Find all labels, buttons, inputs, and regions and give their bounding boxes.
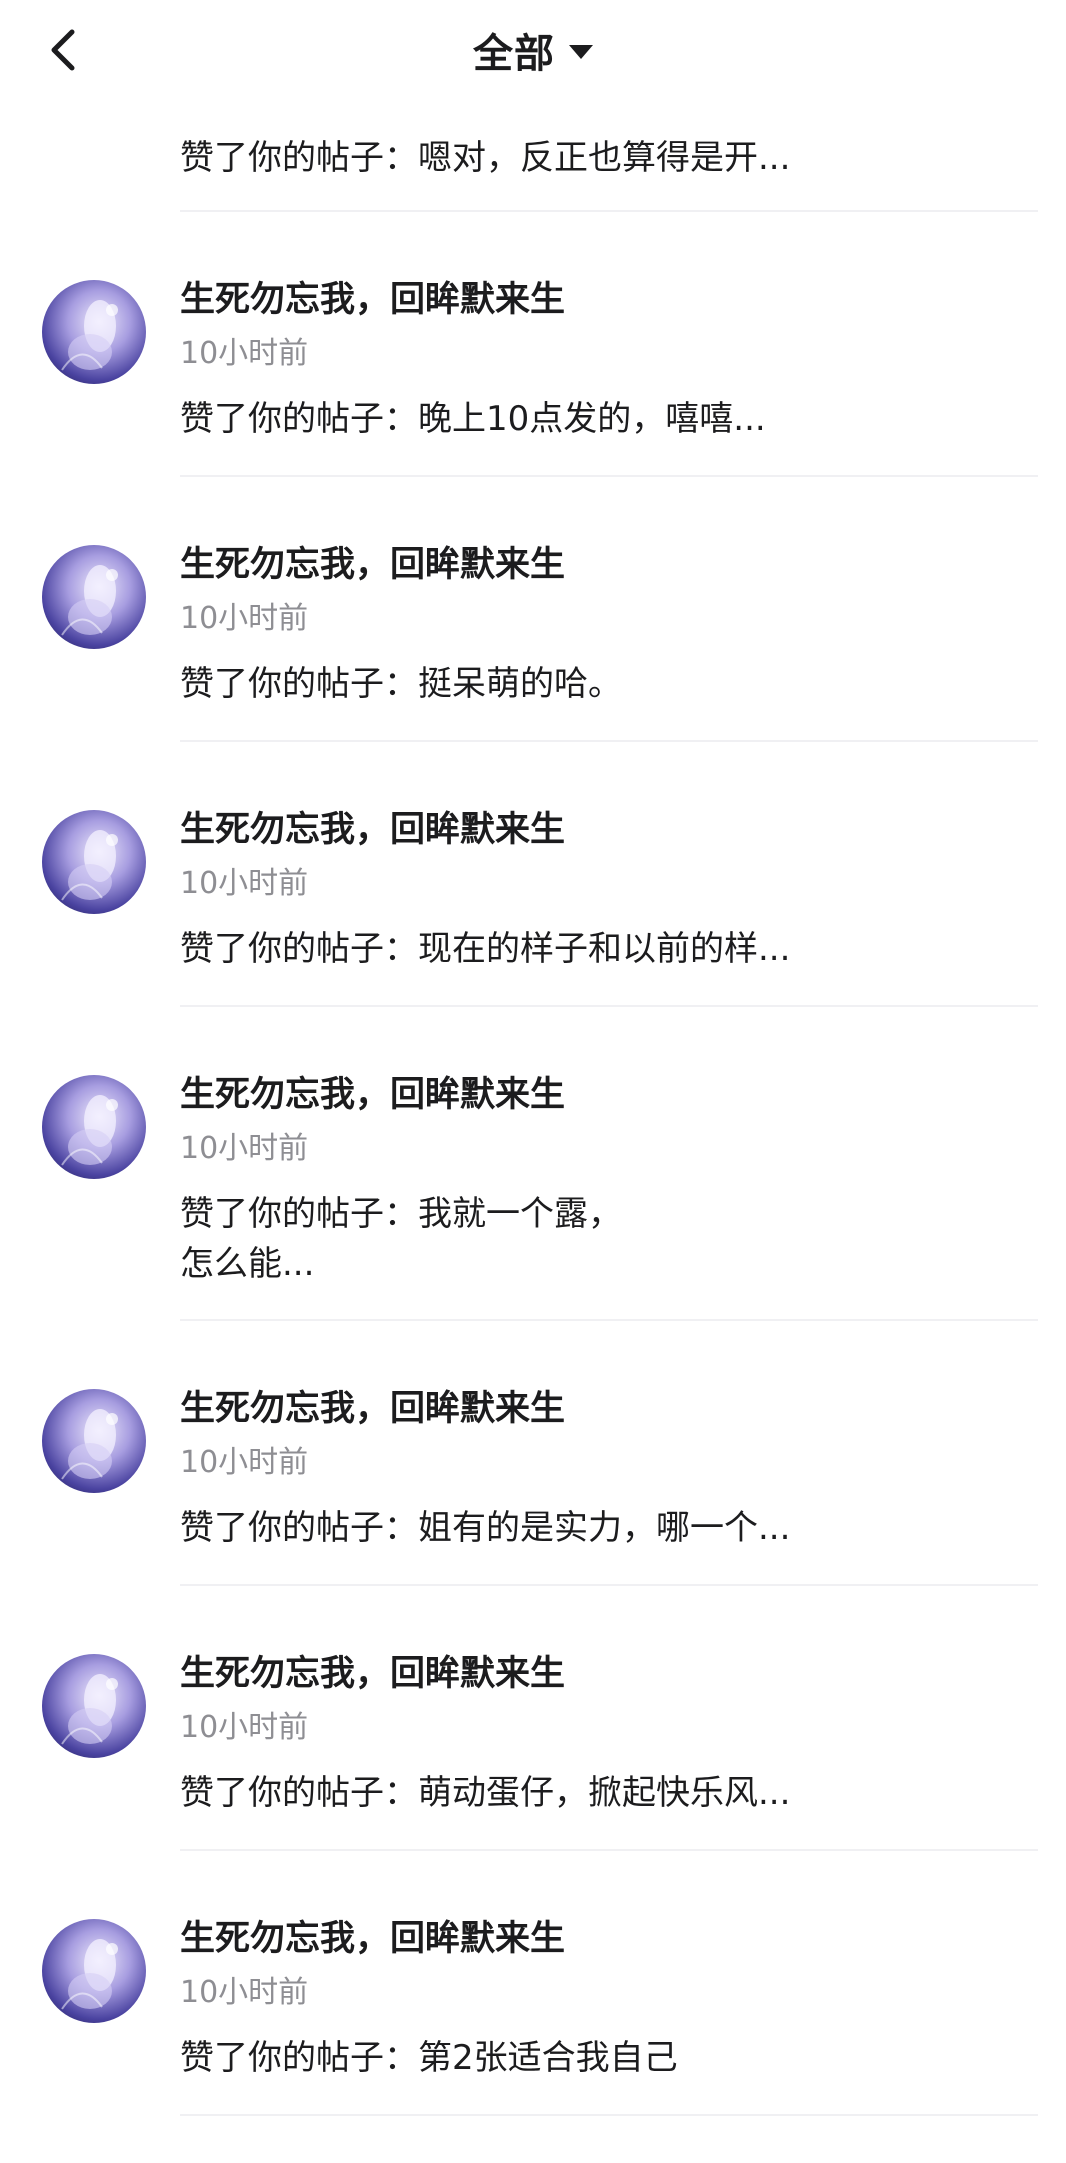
notification-message: 赞了你的帖子：姐有的是实力，哪一个...: [180, 1508, 791, 1548]
user-name[interactable]: 生死勿忘我，回眸默来生: [180, 276, 565, 324]
avatar[interactable]: [42, 1654, 146, 1758]
list-item[interactable]: 生死勿忘我，回眸默来生 10小时前 赞了你的帖子：第2张适合我自己: [0, 1851, 1066, 2116]
user-name[interactable]: 生死勿忘我，回眸默来生: [180, 1650, 565, 1698]
user-name[interactable]: 生死勿忘我，回眸默来生: [180, 541, 565, 589]
avatar[interactable]: [42, 1075, 146, 1179]
notification-message: 赞了你的帖子：现在的样子和以前的样...: [180, 929, 791, 969]
timestamp: 10小时前: [180, 336, 309, 371]
timestamp: 10小时前: [180, 866, 309, 901]
list-item[interactable]: 生死勿忘我，回眸默来生 10小时前 赞了你的帖子：我就一个露， 怎么能...: [0, 1007, 1066, 1321]
timestamp: 10小时前: [180, 1710, 309, 1745]
notification-message: 赞了你的帖子：第2张适合我自己: [180, 2038, 678, 2078]
list-item[interactable]: 生死勿忘我，回眸默来生 10小时前 赞了你的帖子：挺呆萌的哈。: [0, 477, 1066, 742]
timestamp: 10小时前: [180, 1445, 309, 1480]
notification-message: 赞了你的帖子：嗯对，反正也算得是开...: [180, 138, 791, 178]
avatar[interactable]: [42, 280, 146, 384]
notification-message: 赞了你的帖子：晚上10点发的，嘻嘻...: [180, 399, 766, 439]
user-name[interactable]: 生死勿忘我，回眸默来生: [180, 1915, 565, 1963]
list-item[interactable]: 生死勿忘我，回眸默来生 10小时前 赞了你的帖子：现在的样子和以前的样...: [0, 742, 1066, 1007]
timestamp: 10小时前: [180, 1975, 309, 2010]
avatar[interactable]: [42, 1389, 146, 1493]
user-name[interactable]: 生死勿忘我，回眸默来生: [180, 806, 565, 854]
notification-message: 赞了你的帖子：我就一个露， 怎么能...: [180, 1194, 622, 1284]
list-item[interactable]: 生死勿忘我，回眸默来生 10小时前 赞了你的帖子：萌动蛋仔，掀起快乐风...: [0, 1586, 1066, 1851]
nav-header: 全部: [0, 0, 1066, 100]
notification-message: 赞了你的帖子：挺呆萌的哈。: [180, 664, 622, 704]
divider: [180, 2114, 1038, 2116]
user-name[interactable]: 生死勿忘我，回眸默来生: [180, 1385, 565, 1433]
list-item[interactable]: 生死勿忘我，回眸默来生 10小时前 赞了你的帖子：姐有的是实力，哪一个...: [0, 1321, 1066, 1586]
avatar[interactable]: [42, 1919, 146, 2023]
page-title: 全部: [473, 31, 555, 77]
caret-down-icon: [569, 45, 593, 59]
avatar[interactable]: [42, 545, 146, 649]
notification-message: 赞了你的帖子：萌动蛋仔，掀起快乐风...: [180, 1773, 791, 1813]
list-item[interactable]: 生死勿忘我，回眸默来生 10小时前 赞了你的帖子：晚上10点发的，嘻嘻...: [0, 212, 1066, 477]
avatar[interactable]: [42, 810, 146, 914]
timestamp: 10小时前: [180, 1131, 309, 1166]
timestamp: 10小时前: [180, 601, 309, 636]
notifications-page: 赞了你的帖子：嗯对，反正也算得是开... 生死勿忘我，回眸默来生 10小时前 赞…: [0, 0, 1066, 2163]
filter-dropdown[interactable]: 全部: [0, 22, 1066, 78]
user-name[interactable]: 生死勿忘我，回眸默来生: [180, 1071, 565, 1119]
